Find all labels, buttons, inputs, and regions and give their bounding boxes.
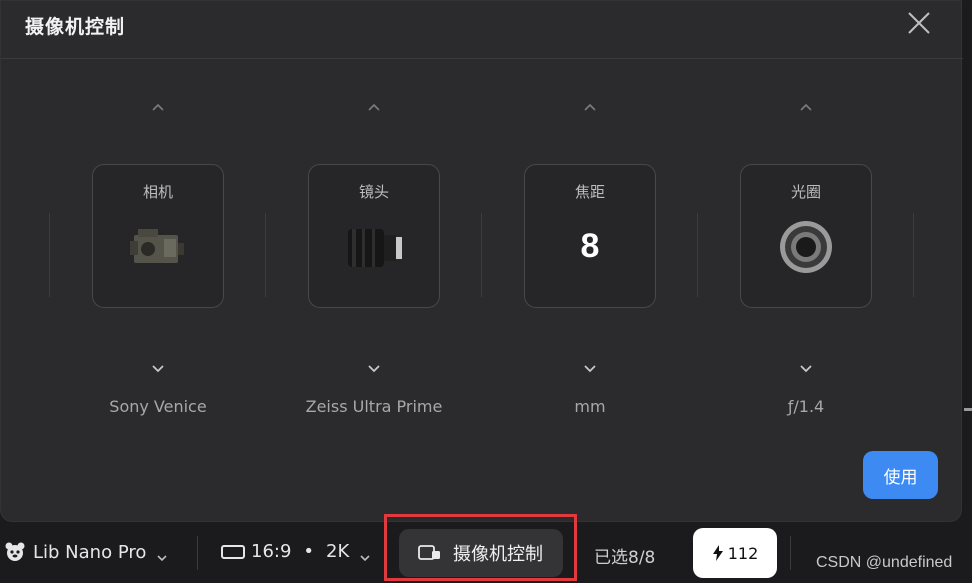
- focal-length-selector: 焦距 8 mm: [524, 91, 656, 431]
- selection-count: 已选8/8: [594, 548, 656, 568]
- header-divider: [1, 58, 963, 59]
- aspect-ratio-icon: [221, 544, 245, 560]
- chevron-down-icon[interactable]: [796, 361, 816, 375]
- camera-card[interactable]: 相机: [92, 164, 224, 308]
- aspect-ratio: 16:9: [251, 541, 292, 562]
- lens-card[interactable]: 镜头: [308, 164, 440, 308]
- resolution: 2K: [326, 541, 350, 562]
- column-divider: [49, 213, 50, 297]
- chevron-up-icon[interactable]: [148, 99, 168, 113]
- lens-image: [342, 215, 406, 279]
- separator-dot: •: [303, 541, 315, 562]
- aperture-card[interactable]: 光圈: [740, 164, 872, 308]
- aspect-resolution-selector[interactable]: 16:9 • 2K: [221, 541, 371, 562]
- camera-selector: 相机 Sony Venice: [92, 91, 224, 431]
- focal-length-card[interactable]: 焦距 8: [524, 164, 656, 308]
- camera-value: Sony Venice: [109, 397, 207, 416]
- generate-button[interactable]: 112: [693, 528, 777, 578]
- chevron-up-icon[interactable]: [580, 99, 600, 113]
- dialog-title: 摄像机控制: [25, 16, 126, 38]
- close-icon[interactable]: [905, 9, 933, 37]
- model-name: Lib Nano Pro: [33, 541, 147, 563]
- column-divider: [697, 213, 698, 297]
- credits-count: 112: [727, 543, 759, 563]
- card-label: 光圈: [790, 183, 821, 201]
- watermark-text: CSDN @undefined: [816, 554, 953, 571]
- highlight-annotation: [384, 514, 577, 581]
- model-selector[interactable]: Lib Nano Pro: [4, 541, 168, 563]
- chevron-up-icon[interactable]: [364, 99, 384, 113]
- chevron-down-icon[interactable]: [364, 361, 384, 375]
- column-divider: [265, 213, 266, 297]
- focal-length-number: 8: [580, 227, 600, 265]
- card-label: 相机: [142, 183, 173, 201]
- card-label: 镜头: [358, 183, 389, 201]
- chevron-up-icon[interactable]: [796, 99, 816, 113]
- chevron-down-icon: [359, 547, 371, 561]
- aperture-selector: 光圈 ƒ/1.4: [740, 91, 872, 431]
- aperture-image: [774, 215, 838, 279]
- toolbar-divider: [197, 536, 198, 570]
- lens-selector: 镜头 Zeiss Ultra Prime: [306, 91, 442, 431]
- chevron-down-icon: [156, 547, 168, 562]
- lens-value: Zeiss Ultra Prime: [305, 397, 443, 416]
- apply-button[interactable]: 使用: [863, 451, 938, 499]
- chevron-down-icon[interactable]: [580, 361, 600, 375]
- column-divider: [913, 213, 914, 297]
- card-label: 焦距: [574, 183, 605, 201]
- camera-control-dialog: 摄像机控制 相机 Sony Venice 镜头 Zeiss Ultra Prim…: [0, 0, 963, 522]
- camera-body-image: [126, 215, 190, 279]
- aperture-value: ƒ/1.4: [787, 397, 825, 416]
- model-logo-icon: [4, 541, 26, 563]
- lightning-icon: [712, 545, 724, 561]
- chevron-down-icon[interactable]: [148, 361, 168, 375]
- focal-length-unit: mm: [574, 397, 606, 416]
- column-divider: [481, 213, 482, 297]
- toolbar-divider: [790, 536, 791, 570]
- scroll-edge-marker: [964, 408, 972, 411]
